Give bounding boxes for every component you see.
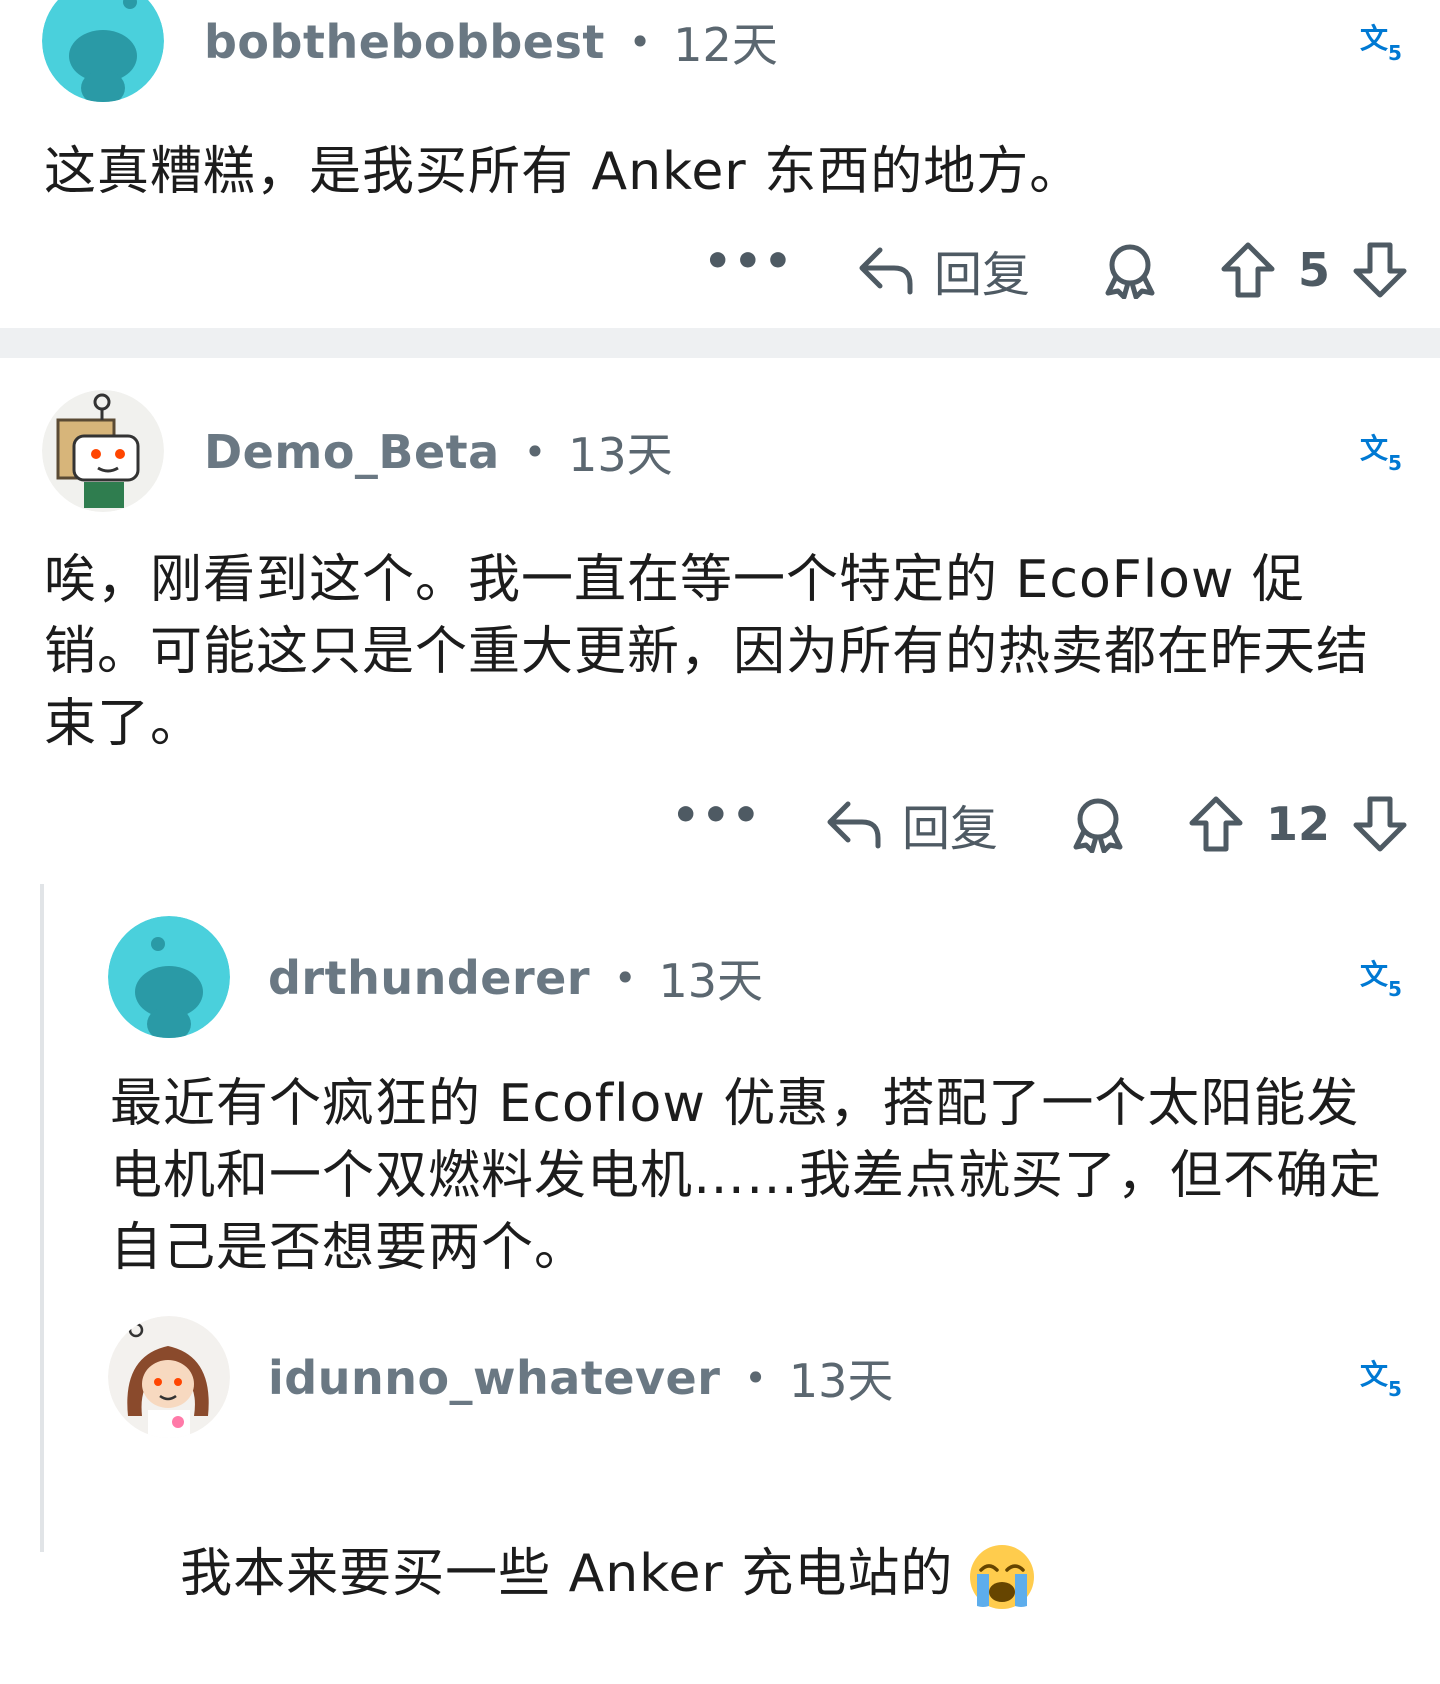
upvote-arrow-icon [1189, 796, 1243, 852]
meta-separator: • [744, 1356, 767, 1400]
username[interactable]: drthunderer [268, 951, 590, 1005]
user-avatar[interactable] [42, 0, 164, 102]
svg-text:文: 文 [1360, 1358, 1388, 1391]
user-avatar[interactable] [42, 390, 164, 512]
award-button[interactable] [1070, 795, 1126, 853]
username[interactable]: idunno_whatever [268, 1351, 720, 1405]
translate-icon[interactable]: 文 5 [1360, 1356, 1406, 1402]
reply-label: 回复 [901, 801, 998, 857]
comment-meta: idunno_whatever • 13天 [268, 1348, 893, 1408]
comment-bobthebobbest: bobthebobbest • 12天 文 5 这真糟糕，是我买所有 Anker… [0, 0, 1440, 328]
award-icon [1073, 798, 1123, 853]
meta-separator: • [523, 430, 547, 474]
loudly-crying-face-icon [970, 1545, 1035, 1609]
svg-text:文: 文 [1360, 958, 1388, 991]
timestamp: 13天 [658, 954, 764, 1008]
more-options-button[interactable]: ••• [672, 794, 762, 842]
username[interactable]: bobthebobbest [204, 15, 605, 69]
comment-body: 我本来要买一些 Anker 充电站的 [180, 1544, 954, 1604]
comment-meta: bobthebobbest • 12天 [204, 12, 778, 72]
reply-arrow-icon [827, 801, 881, 849]
downvote-button[interactable] [1352, 241, 1408, 299]
upvote-button[interactable] [1220, 241, 1276, 299]
timestamp: 12天 [673, 18, 778, 72]
vote-count: 5 [1297, 243, 1330, 297]
user-avatar[interactable] [108, 1316, 230, 1438]
meta-separator: • [628, 20, 652, 64]
comment-actions: ••• 回复 12 [672, 789, 1408, 859]
comment-actions: ••• 回复 5 [704, 235, 1408, 305]
award-icon [1105, 244, 1155, 299]
snoo-avatar-icon [108, 916, 230, 1038]
upvote-arrow-icon [1221, 242, 1275, 298]
svg-text:5: 5 [1388, 1377, 1402, 1401]
reply-button[interactable]: 回复 [858, 235, 1030, 305]
translate-icon[interactable]: 文 5 [1360, 430, 1406, 476]
translate-icon[interactable]: 文 5 [1360, 20, 1406, 66]
snoo-avatar-icon [42, 0, 164, 102]
downvote-arrow-icon [1353, 242, 1407, 298]
timestamp: 13天 [568, 428, 673, 482]
svg-text:文: 文 [1360, 22, 1388, 55]
translate-icon[interactable]: 文 5 [1360, 956, 1406, 1002]
timestamp: 13天 [788, 1354, 894, 1408]
comment-demo-beta: Demo_Beta • 13天 文 5 唉，刚看到这个。我一直在等一个特定的 E… [0, 358, 1440, 884]
upvote-button[interactable] [1188, 795, 1244, 853]
meta-separator: • [614, 956, 637, 1000]
award-button[interactable] [1102, 241, 1158, 299]
comment-divider [0, 328, 1440, 358]
comment-meta: Demo_Beta • 13天 [204, 422, 673, 482]
downvote-arrow-icon [1353, 796, 1407, 852]
user-avatar[interactable] [108, 916, 230, 1038]
downvote-button[interactable] [1352, 795, 1408, 853]
reply-button[interactable]: 回复 [826, 789, 998, 859]
svg-text:5: 5 [1388, 41, 1402, 65]
more-options-button[interactable]: ••• [704, 240, 794, 288]
vote-count: 12 [1265, 797, 1330, 851]
svg-text:5: 5 [1388, 977, 1402, 1001]
brown-hair-avatar-icon [108, 1316, 230, 1438]
comment-body: 这真糟糕，是我买所有 Anker 东西的地方。 [44, 142, 1083, 202]
comment-meta: drthunderer • 13天 [268, 948, 763, 1008]
comment-drthunderer: drthunderer • 13天 文 5 最近有个疯狂的 Ecoflow 优惠… [0, 884, 1440, 1304]
comment-body: 唉，刚看到这个。我一直在等一个特定的 EcoFlow 促销。可能这只是个重大更新… [44, 550, 1370, 754]
reply-arrow-icon [859, 247, 913, 295]
username[interactable]: Demo_Beta [204, 425, 500, 479]
comment-idunno-whatever: idunno_whatever • 13天 文 5 我本来要买一些 Anker … [0, 1304, 1440, 1609]
box-head-avatar-icon [42, 390, 164, 512]
comment-body-row: 我本来要买一些 Anker 充电站的 [110, 1466, 1390, 1684]
reply-label: 回复 [933, 247, 1030, 303]
svg-text:5: 5 [1388, 451, 1402, 475]
comment-body: 最近有个疯狂的 Ecoflow 优惠，搭配了一个太阳能发电机和一个双燃料发电机…… [110, 1074, 1383, 1278]
svg-text:文: 文 [1360, 432, 1388, 465]
